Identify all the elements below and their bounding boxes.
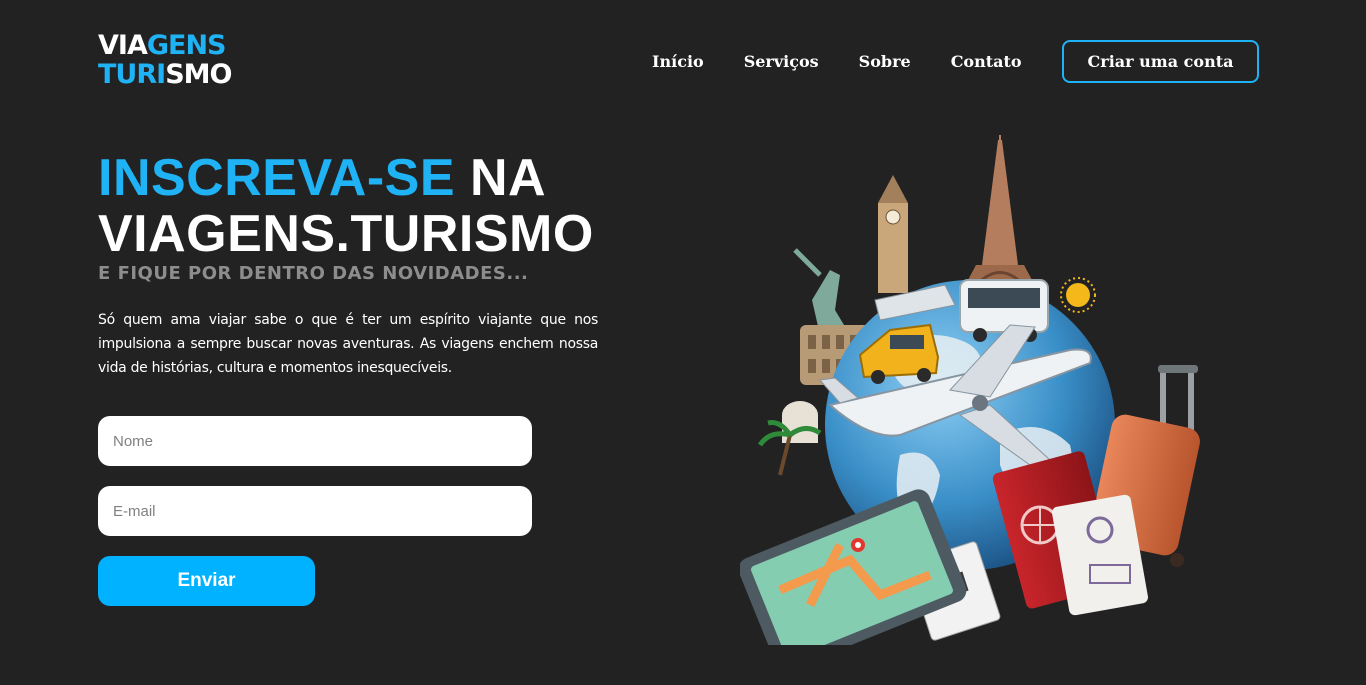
landing-page: VIAGENS TURISMO Início Serviços Sobre Co… — [0, 0, 1366, 685]
email-input[interactable] — [98, 486, 532, 536]
hero-description: Só quem ama viajar sabe o que é ter um e… — [98, 312, 598, 376]
statue-of-liberty-icon — [793, 248, 850, 335]
site-logo[interactable]: VIAGENS TURISMO — [98, 30, 232, 90]
nav-contato[interactable]: Contato — [951, 52, 1022, 71]
big-ben-icon — [878, 175, 908, 293]
headline-line-2: VIAGENS.TURISMO — [98, 205, 594, 263]
create-account-button[interactable]: Criar uma conta — [1061, 40, 1260, 83]
nav-sobre[interactable]: Sobre — [859, 52, 911, 71]
submit-button[interactable]: Enviar — [98, 556, 315, 606]
logo-line-2: TURISMO — [98, 59, 232, 90]
name-input[interactable] — [98, 416, 532, 466]
travel-illustration — [740, 135, 1200, 645]
eiffel-tower-icon — [960, 135, 1040, 295]
nav-inicio[interactable]: Início — [652, 52, 704, 71]
headline-rest: NA — [455, 149, 547, 207]
logo-line-1: VIAGENS — [98, 30, 226, 61]
sun-icon — [1060, 277, 1096, 313]
main-nav: Início Serviços Sobre Contato Criar uma … — [652, 40, 1260, 83]
hero-subheading: E FIQUE POR DENTRO DAS NOVIDADES... — [98, 263, 529, 284]
headline-highlight: INSCREVA-SE — [98, 149, 456, 207]
nav-servicos[interactable]: Serviços — [744, 52, 819, 71]
hero-headline: INSCREVA-SE NA VIAGENS.TURISMO — [98, 150, 594, 262]
